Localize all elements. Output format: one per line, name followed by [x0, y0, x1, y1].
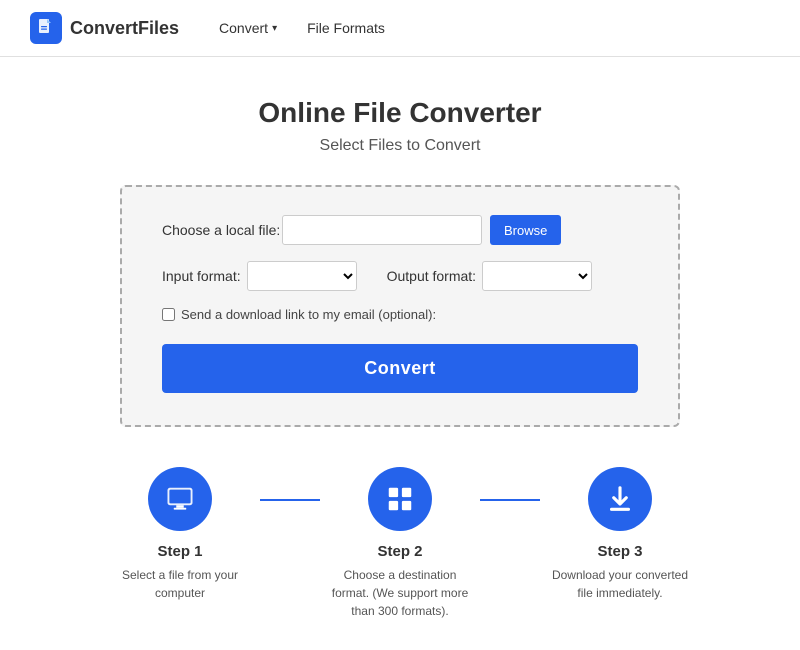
page-title: Online File Converter	[258, 97, 541, 129]
input-format-label: Input format:	[162, 268, 241, 284]
file-input-area: Browse	[282, 215, 638, 245]
logo[interactable]: ConvertFiles	[30, 12, 179, 44]
format-row: Input format: Output format:	[162, 261, 638, 291]
step-connector-2	[480, 499, 540, 501]
browse-button[interactable]: Browse	[490, 215, 561, 245]
page-subtitle: Select Files to Convert	[320, 137, 481, 155]
nav-convert[interactable]: Convert ▾	[219, 20, 277, 36]
nav-links: Convert ▾ File Formats	[219, 20, 385, 36]
step-3: Step 3 Download your converted file imme…	[540, 467, 700, 602]
email-row: Send a download link to my email (option…	[162, 307, 638, 322]
file-text-display	[282, 215, 482, 245]
step-connector-1	[260, 499, 320, 501]
converter-box: Choose a local file: Browse Input format…	[120, 185, 680, 427]
logo-icon	[30, 12, 62, 44]
step-3-icon	[588, 467, 652, 531]
nav-file-formats[interactable]: File Formats	[307, 20, 385, 36]
step-2-title: Step 2	[377, 543, 422, 560]
input-format-select[interactable]	[247, 261, 357, 291]
email-checkbox[interactable]	[162, 308, 175, 321]
steps-row: Step 1 Select a file from your computer …	[100, 467, 700, 620]
step-1-desc: Select a file from your computer	[110, 566, 250, 602]
step-2: Step 2 Choose a destination format. (We …	[320, 467, 480, 620]
logo-text: ConvertFiles	[70, 18, 179, 39]
step-1-title: Step 1	[157, 543, 202, 560]
step-1-icon	[148, 467, 212, 531]
step-2-icon	[368, 467, 432, 531]
output-format-select[interactable]	[482, 261, 592, 291]
step-3-title: Step 3	[597, 543, 642, 560]
file-row: Choose a local file: Browse	[162, 215, 638, 245]
step-2-desc: Choose a destination format. (We support…	[330, 566, 470, 620]
convert-button[interactable]: Convert	[162, 344, 638, 393]
output-format-label: Output format:	[387, 268, 476, 284]
output-format-group: Output format:	[387, 261, 592, 291]
step-3-desc: Download your converted file immediately…	[550, 566, 690, 602]
step-1: Step 1 Select a file from your computer	[100, 467, 260, 602]
navbar: ConvertFiles Convert ▾ File Formats	[0, 0, 800, 57]
file-label: Choose a local file:	[162, 222, 282, 238]
chevron-down-icon: ▾	[272, 23, 277, 34]
email-label: Send a download link to my email (option…	[181, 307, 436, 322]
input-format-group: Input format:	[162, 261, 357, 291]
main-content: Online File Converter Select Files to Co…	[0, 57, 800, 650]
